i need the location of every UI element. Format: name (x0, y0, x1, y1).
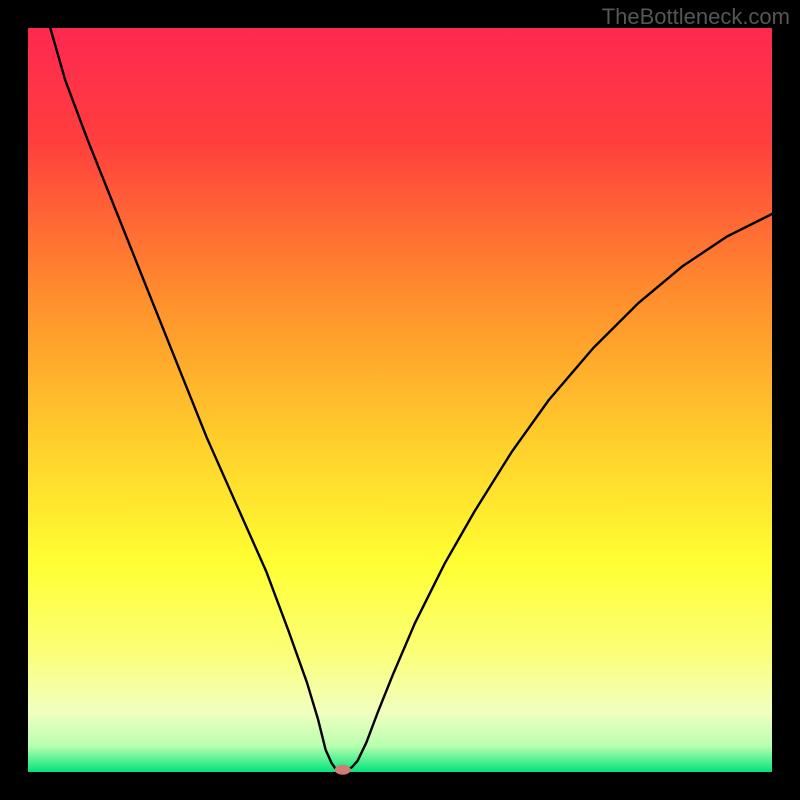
bottleneck-chart (0, 0, 800, 800)
min-point-marker (335, 765, 351, 775)
chart-frame: TheBottleneck.com (0, 0, 800, 800)
